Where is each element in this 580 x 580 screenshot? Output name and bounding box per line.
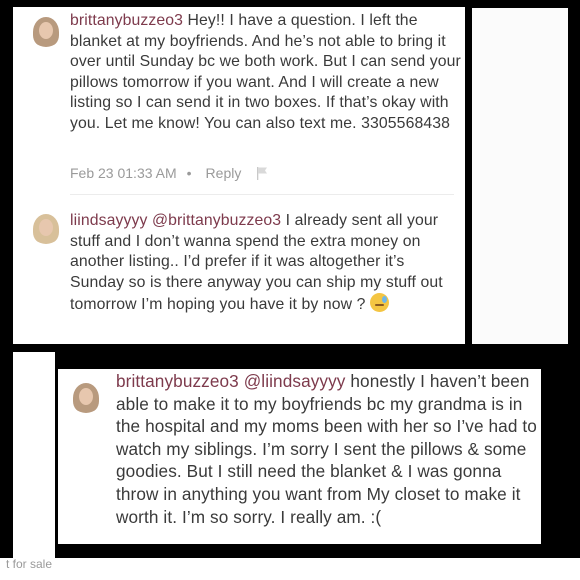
reply-button[interactable]: Reply xyxy=(206,165,242,181)
comment-3-username[interactable]: brittanybuzzeo3 xyxy=(116,371,239,391)
meta-separator: • xyxy=(186,165,192,181)
comment-1: brittanybuzzeo3 Hey!! I have a question.… xyxy=(70,11,462,134)
comment-3: brittanybuzzeo3 @liindsayyyy honestly I … xyxy=(116,370,540,528)
comment-1-timestamp: Feb 23 01:33 AM xyxy=(70,165,177,181)
background-strip-left xyxy=(13,352,55,562)
background-strip-right xyxy=(472,8,568,344)
background-strip-bottom xyxy=(0,558,580,580)
comment-1-text: Hey!! I have a question. I left the blan… xyxy=(70,12,461,132)
comment-2-mention[interactable]: @brittanybuzzeo3 xyxy=(152,212,281,229)
footer-fragment: t for sale xyxy=(6,557,53,571)
comment-1-meta: Feb 23 01:33 AM • Reply xyxy=(70,165,269,181)
avatar-brittanybuzzeo3[interactable] xyxy=(70,381,102,413)
comment-2: liindsayyyy @brittanybuzzeo3 I already s… xyxy=(70,211,462,316)
flag-icon[interactable] xyxy=(255,166,269,180)
avatar-brittanybuzzeo3[interactable] xyxy=(30,15,62,47)
avatar-liindsayyyy[interactable] xyxy=(30,212,62,244)
comment-divider xyxy=(70,194,454,195)
comment-card-bottom: brittanybuzzeo3 @liindsayyyy honestly I … xyxy=(58,369,541,544)
comment-1-username[interactable]: brittanybuzzeo3 xyxy=(70,12,183,29)
comment-card-top: brittanybuzzeo3 Hey!! I have a question.… xyxy=(13,7,465,344)
downcast-sweat-face-emoji xyxy=(370,293,389,312)
comment-3-text: honestly I haven’t been able to make it … xyxy=(116,371,537,527)
comment-2-username[interactable]: liindsayyyy xyxy=(70,212,147,229)
comment-3-mention[interactable]: @liindsayyyy xyxy=(244,371,346,391)
